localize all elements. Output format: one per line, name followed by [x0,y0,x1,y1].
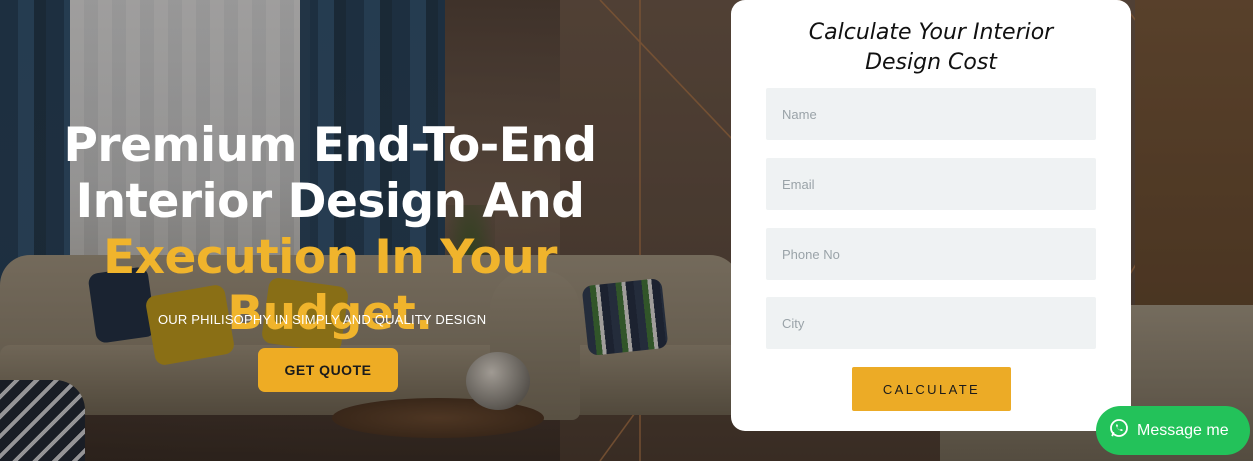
hero-headline: Premium End-To-End Interior Design And E… [0,118,660,342]
headline-line-2: Interior Design And [75,174,585,229]
message-me-label: Message me [1137,421,1229,439]
form-title-line-2: Design Cost [865,50,997,75]
whatsapp-icon [1109,418,1129,443]
city-input[interactable]: City [766,297,1096,349]
name-input[interactable]: Name [766,88,1096,140]
phone-input[interactable]: Phone No [766,228,1096,280]
calculate-button[interactable]: CALCULATE [852,367,1011,411]
get-quote-button[interactable]: GET QUOTE [258,348,398,392]
message-me-button[interactable]: Message me [1096,406,1250,455]
hero-tagline: OUR PHILISOPHY IN SIMPLY AND QUALITY DES… [158,312,487,327]
headline-line-1: Premium End-To-End [63,118,597,173]
cost-calculator-form: Calculate Your Interior Design Cost Name… [731,0,1131,431]
form-title-line-1: Calculate Your Interior [808,20,1054,45]
email-input[interactable]: Email [766,158,1096,210]
form-title: Calculate Your Interior Design Cost [731,18,1131,78]
